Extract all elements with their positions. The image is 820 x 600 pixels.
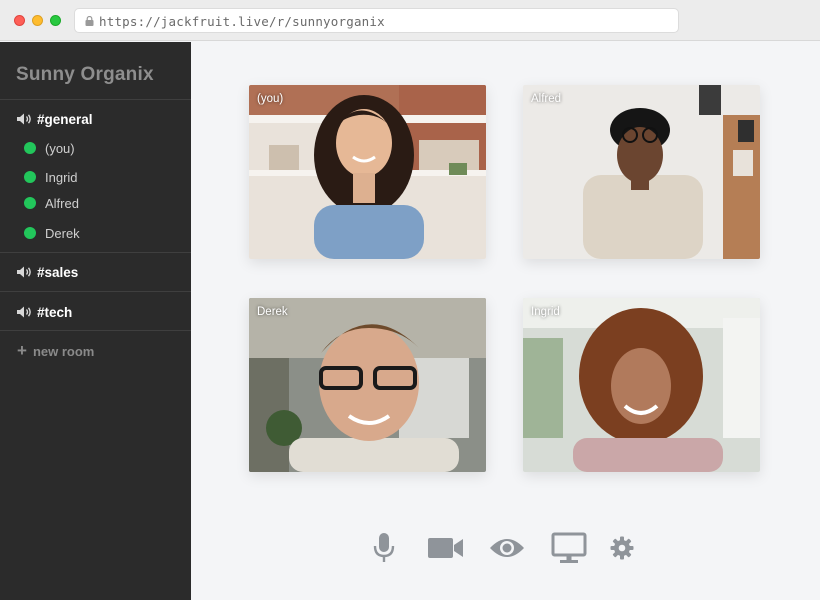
member-name: Derek [45,225,80,241]
camera-icon [428,537,463,558]
member-item[interactable]: Ingrid [24,168,78,186]
microphone-icon [373,532,395,562]
divider [0,99,191,100]
divider [0,330,191,331]
member-item[interactable]: Derek [24,224,80,242]
view-button[interactable] [488,525,526,570]
room-sales[interactable]: #sales [16,262,78,282]
video-feed [249,85,486,259]
room-label: #tech [37,304,73,320]
member-item[interactable]: (you) [24,139,75,157]
app-window: https://jackfruit.live/r/sunnyorganix Su… [0,0,820,600]
video-tile[interactable]: Alfred [523,85,760,259]
video-feed [523,85,760,259]
microphone-button[interactable] [370,525,398,570]
video-feed [249,298,486,472]
participant-name: Ingrid [531,306,560,318]
online-status-dot [24,197,36,209]
video-tile[interactable]: (you) [249,85,486,259]
video-feed [523,298,760,472]
close-window-button[interactable] [14,15,25,26]
participant-name: Alfred [531,93,562,105]
participant-name: Derek [257,306,288,318]
room-general[interactable]: #general [16,109,93,129]
address-bar[interactable]: https://jackfruit.live/r/sunnyorganix [74,8,679,33]
maximize-window-button[interactable] [50,15,61,26]
speaker-icon [17,266,31,278]
room-tech[interactable]: #tech [16,302,72,322]
video-tile[interactable]: Derek [249,298,486,472]
new-room-button[interactable]: + new room [17,342,94,360]
url-text: https://jackfruit.live/r/sunnyorganix [99,14,385,29]
participant-name: (you) [257,93,284,105]
online-status-dot [24,142,36,154]
divider [0,252,191,253]
screen-share-button[interactable] [550,525,588,570]
call-controls [360,525,645,570]
plus-icon: + [17,341,27,360]
member-name: Alfred [45,195,79,211]
member-name: Ingrid [45,169,78,185]
screen-share-icon [551,532,587,563]
room-label: #sales [37,264,79,280]
brand-title: Sunny Organix [16,64,154,85]
sidebar: Sunny Organix #general (you) Ingrid Alfr… [0,42,191,600]
minimize-window-button[interactable] [32,15,43,26]
member-item[interactable]: Alfred [24,194,79,212]
camera-button[interactable] [426,525,466,570]
member-name: (you) [45,140,75,156]
video-tile[interactable]: Ingrid [523,298,760,472]
settings-icon [610,536,634,559]
settings-button[interactable] [608,525,636,570]
new-room-label: new room [32,343,95,359]
online-status-dot [24,227,36,239]
lock-icon [85,16,94,26]
speaker-icon [17,306,31,318]
browser-titlebar: https://jackfruit.live/r/sunnyorganix [0,0,820,41]
divider [0,291,191,292]
online-status-dot [24,171,36,183]
speaker-icon [17,113,31,125]
eye-icon [490,538,524,557]
room-label: #general [37,111,93,127]
